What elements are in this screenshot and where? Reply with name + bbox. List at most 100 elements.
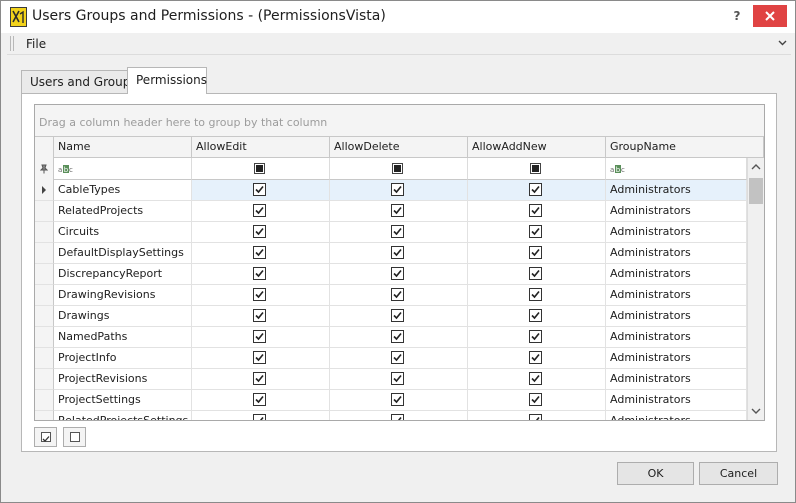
cell-name[interactable]: RelatedProjectsSettings [54, 411, 192, 420]
cell-name[interactable]: DrawingRevisions [54, 285, 192, 306]
permission-checkbox[interactable] [529, 204, 542, 217]
filter-checkbox-allowedit[interactable] [254, 163, 265, 174]
column-header-groupname[interactable]: GroupName [606, 137, 764, 158]
row-indicator[interactable] [35, 264, 54, 285]
cell-allowaddnew[interactable] [468, 411, 606, 420]
row-indicator[interactable] [35, 390, 54, 411]
cell-groupname[interactable]: Administrators [606, 411, 747, 420]
cell-groupname[interactable]: Administrators [606, 348, 747, 369]
permission-checkbox[interactable] [253, 267, 266, 280]
permission-checkbox[interactable] [391, 204, 404, 217]
filter-cell-allowaddnew[interactable] [468, 158, 606, 180]
row-indicator[interactable] [35, 327, 54, 348]
permission-checkbox[interactable] [253, 351, 266, 364]
row-indicator[interactable] [35, 348, 54, 369]
cell-allowaddnew[interactable] [468, 327, 606, 348]
check-all-button[interactable] [34, 427, 57, 447]
permission-checkbox[interactable] [529, 414, 542, 420]
cell-groupname[interactable]: Administrators [606, 327, 747, 348]
row-indicator[interactable] [35, 411, 54, 420]
permission-checkbox[interactable] [529, 183, 542, 196]
filter-cell-allowdelete[interactable] [330, 158, 468, 180]
cell-allowedit[interactable] [192, 222, 330, 243]
cell-name[interactable]: ProjectSettings [54, 390, 192, 411]
row-indicator[interactable] [35, 285, 54, 306]
chevron-down-icon[interactable] [778, 38, 787, 47]
help-button[interactable]: ? [723, 5, 751, 27]
table-row[interactable]: RelatedProjects Administrators [35, 201, 747, 222]
uncheck-all-button[interactable] [63, 427, 86, 447]
row-indicator[interactable] [35, 243, 54, 264]
permission-checkbox[interactable] [529, 372, 542, 385]
column-header-allowedit[interactable]: AllowEdit [192, 137, 330, 158]
table-row[interactable]: DefaultDisplaySettings Administrators [35, 243, 747, 264]
cell-groupname[interactable]: Administrators [606, 306, 747, 327]
permission-checkbox[interactable] [253, 309, 266, 322]
table-row[interactable]: Drawings Administrators [35, 306, 747, 327]
cell-name[interactable]: DiscrepancyReport [54, 264, 192, 285]
cell-name[interactable]: RelatedProjects [54, 201, 192, 222]
permission-checkbox[interactable] [391, 183, 404, 196]
table-row[interactable]: DiscrepancyReport Administrators [35, 264, 747, 285]
permission-checkbox[interactable] [253, 225, 266, 238]
cell-allowdelete[interactable] [330, 201, 468, 222]
cell-allowdelete[interactable] [330, 264, 468, 285]
column-header-allowaddnew[interactable]: AllowAddNew [468, 137, 606, 158]
table-row[interactable]: RelatedProjectsSettings Administrators [35, 411, 747, 420]
cell-allowaddnew[interactable] [468, 180, 606, 201]
table-row[interactable]: ProjectSettings Administrators [35, 390, 747, 411]
permission-checkbox[interactable] [253, 414, 266, 420]
cell-allowaddnew[interactable] [468, 285, 606, 306]
row-indicator[interactable] [35, 180, 54, 201]
cell-groupname[interactable]: Administrators [606, 243, 747, 264]
cell-allowedit[interactable] [192, 411, 330, 420]
filter-cell-name[interactable]: a b c [54, 158, 192, 180]
close-button[interactable] [753, 5, 787, 27]
cell-allowaddnew[interactable] [468, 390, 606, 411]
cell-allowedit[interactable] [192, 306, 330, 327]
cell-allowaddnew[interactable] [468, 264, 606, 285]
cell-allowaddnew[interactable] [468, 306, 606, 327]
cell-allowdelete[interactable] [330, 411, 468, 420]
cell-allowdelete[interactable] [330, 285, 468, 306]
table-row[interactable]: Circuits Administrators [35, 222, 747, 243]
cell-allowdelete[interactable] [330, 369, 468, 390]
permission-checkbox[interactable] [529, 225, 542, 238]
cell-groupname[interactable]: Administrators [606, 264, 747, 285]
permission-checkbox[interactable] [391, 414, 404, 420]
cell-name[interactable]: Drawings [54, 306, 192, 327]
cell-allowedit[interactable] [192, 390, 330, 411]
permission-checkbox[interactable] [253, 246, 266, 259]
permission-checkbox[interactable] [529, 330, 542, 343]
permission-checkbox[interactable] [253, 288, 266, 301]
row-indicator[interactable] [35, 222, 54, 243]
scroll-down-icon[interactable] [751, 408, 761, 415]
cell-allowdelete[interactable] [330, 306, 468, 327]
cell-allowedit[interactable] [192, 264, 330, 285]
permission-checkbox[interactable] [529, 288, 542, 301]
cell-allowaddnew[interactable] [468, 348, 606, 369]
cell-allowdelete[interactable] [330, 180, 468, 201]
permission-checkbox[interactable] [391, 309, 404, 322]
cell-groupname[interactable]: Administrators [606, 285, 747, 306]
table-row[interactable]: DrawingRevisions Administrators [35, 285, 747, 306]
cell-allowdelete[interactable] [330, 243, 468, 264]
cell-allowedit[interactable] [192, 201, 330, 222]
column-header-name[interactable]: Name [54, 137, 192, 158]
cell-allowaddnew[interactable] [468, 222, 606, 243]
filter-cell-groupname[interactable]: a b c [606, 158, 747, 180]
permission-checkbox[interactable] [391, 393, 404, 406]
cell-name[interactable]: ProjectInfo [54, 348, 192, 369]
tab-permissions[interactable]: Permissions [127, 67, 207, 94]
cell-name[interactable]: Circuits [54, 222, 192, 243]
permission-checkbox[interactable] [529, 267, 542, 280]
cell-groupname[interactable]: Administrators [606, 201, 747, 222]
cell-allowaddnew[interactable] [468, 201, 606, 222]
permission-checkbox[interactable] [391, 246, 404, 259]
permission-checkbox[interactable] [529, 309, 542, 322]
cell-name[interactable]: DefaultDisplaySettings [54, 243, 192, 264]
filter-checkbox-allowdelete[interactable] [392, 163, 403, 174]
cell-allowaddnew[interactable] [468, 369, 606, 390]
permission-checkbox[interactable] [391, 330, 404, 343]
cell-allowdelete[interactable] [330, 222, 468, 243]
